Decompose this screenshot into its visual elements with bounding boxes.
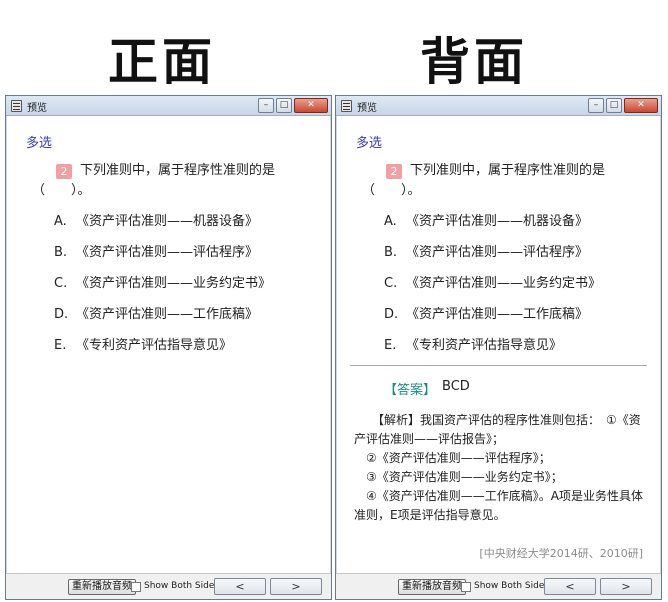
maximize-button[interactable]: □ — [276, 98, 292, 113]
bottom-toolbar: 重新播放音频 Show Both Sides < > — [336, 573, 661, 599]
minimize-button[interactable]: – — [258, 98, 274, 113]
window-title: 预览 — [27, 103, 47, 114]
option-e: E. 《专利资产评估指导意见》 — [54, 338, 233, 353]
option-c: C. 《资产评估准则——业务约定书》 — [54, 276, 272, 291]
app-icon — [11, 100, 22, 112]
answer-label: 【答案】 — [384, 383, 437, 398]
close-button[interactable]: ✕ — [294, 98, 328, 113]
source-note: [中央财经大学2014研、2010研] — [479, 547, 643, 560]
answer-divider — [350, 365, 647, 366]
option-a: A. 《资产评估准则——机器设备》 — [54, 214, 259, 229]
question-type: 多选 — [356, 136, 383, 151]
question-number-badge: 2 — [386, 164, 402, 179]
question-text: 下列准则中，属于程序性准则的是 — [80, 163, 276, 178]
option-e: E. 《专利资产评估指导意见》 — [384, 338, 563, 353]
next-button[interactable]: > — [600, 578, 652, 595]
prev-button[interactable]: < — [544, 578, 596, 595]
window-title: 预览 — [357, 103, 377, 114]
show-both-sides-label: Show Both Sides — [144, 581, 220, 591]
title-bar[interactable]: 预览 – □ ✕ — [336, 96, 661, 116]
title-bar[interactable]: 预览 – □ ✕ — [6, 96, 331, 116]
analysis-line: ③《资产评估准则——业务约定书》； — [354, 470, 563, 484]
replay-audio-button[interactable]: 重新播放音频 — [68, 579, 136, 595]
close-button[interactable]: ✕ — [624, 98, 658, 113]
app-icon — [341, 100, 352, 112]
replay-audio-button[interactable]: 重新播放音频 — [398, 579, 466, 595]
answer-value: BCD — [442, 379, 470, 394]
option-a: A. 《资产评估准则——机器设备》 — [384, 214, 589, 229]
bottom-toolbar: 重新播放音频 Show Both Sides < > — [6, 573, 331, 599]
show-both-sides-label: Show Both Sides — [474, 581, 550, 591]
front-heading: 正面 — [108, 33, 216, 91]
show-both-sides-checkbox[interactable] — [131, 582, 141, 592]
question-text: 下列准则中，属于程序性准则的是 — [410, 163, 606, 178]
option-d: D. 《资产评估准则——工作底稿》 — [384, 307, 589, 322]
analysis-line: ②《资产评估准则——评估程序》； — [354, 451, 551, 465]
question-text-continued: （ ）。 — [32, 183, 91, 198]
front-preview-window: 预览 – □ ✕ 多选 2 下列准则中，属于程序性准则的是 （ ）。 A. 《资产… — [5, 95, 332, 600]
option-b: B. 《资产评估准则——评估程序》 — [384, 245, 589, 260]
question-number-badge: 2 — [56, 164, 72, 179]
card-front-content: 多选 2 下列准则中，属于程序性准则的是 （ ）。 A. 《资产评估准则——机器设… — [6, 117, 331, 573]
analysis-text: 【解析】我国资产评估的程序性准则包括： ①《资产评估准则——评估报告》； ②《资… — [354, 411, 646, 525]
card-back-content: 多选 2 下列准则中，属于程序性准则的是 （ ）。 A. 《资产评估准则——机器设… — [336, 117, 661, 573]
analysis-line: 【解析】我国资产评估的程序性准则包括： ①《资产评估准则——评估报告》； — [354, 413, 641, 446]
back-heading: 背面 — [420, 33, 528, 91]
prev-button[interactable]: < — [214, 578, 266, 595]
option-c: C. 《资产评估准则——业务约定书》 — [384, 276, 602, 291]
question-text-continued: （ ）。 — [362, 183, 421, 198]
show-both-sides-checkbox[interactable] — [461, 582, 471, 592]
back-preview-window: 预览 – □ ✕ 多选 2 下列准则中，属于程序性准则的是 （ ）。 A. 《资产… — [335, 95, 662, 600]
question-type: 多选 — [26, 136, 53, 151]
minimize-button[interactable]: – — [588, 98, 604, 113]
option-b: B. 《资产评估准则——评估程序》 — [54, 245, 259, 260]
next-button[interactable]: > — [270, 578, 322, 595]
maximize-button[interactable]: □ — [606, 98, 622, 113]
analysis-line: ④《资产评估准则——工作底稿》。A项是业务性具体准则，E项是评估指导意见。 — [354, 489, 643, 522]
option-d: D. 《资产评估准则——工作底稿》 — [54, 307, 259, 322]
